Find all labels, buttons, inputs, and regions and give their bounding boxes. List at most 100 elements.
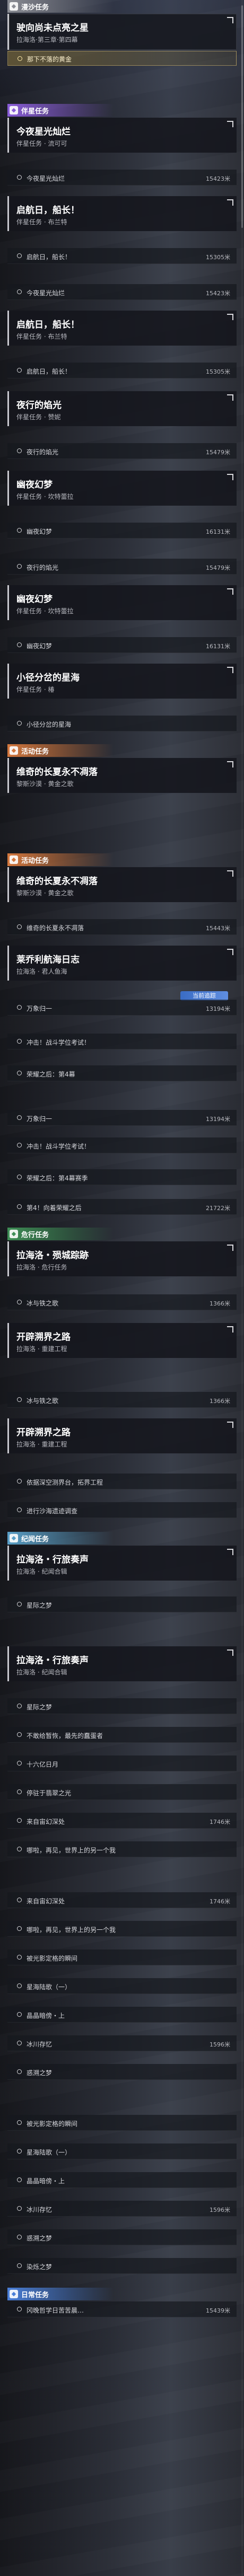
quest-step[interactable]: 被光影定格的瞬间 <box>7 2115 237 2131</box>
quest-step[interactable]: 冰与铁之歌 1366米 <box>7 1392 237 1408</box>
quest-title: 今夜星光灿烂 <box>16 127 71 137</box>
quest-step[interactable]: 冰川存忆 1596米 <box>7 2201 237 2217</box>
quest-step[interactable]: 幽夜幻梦 16131米 <box>7 637 237 653</box>
quest-step[interactable]: 冲击！战斗学位考试！ <box>7 1137 237 1153</box>
quest-step[interactable]: 冲击！战斗学位考试！ <box>7 1034 237 1049</box>
circle-icon <box>17 1300 22 1304</box>
section-header[interactable]: ◆ 伴星任务 <box>7 104 237 117</box>
quest-card[interactable]: 开辟溯界之路 拉海洛 · 重建工程 <box>7 1323 237 1358</box>
quest-step[interactable]: 染烁之梦 <box>7 2258 237 2274</box>
quest-step[interactable]: 夜行的焰光 15479米 <box>7 443 237 459</box>
quest-step-text: 染烁之梦 <box>27 2263 53 2271</box>
quest-step[interactable]: 惑溯之梦 <box>7 2064 237 2080</box>
quest-card[interactable]: 莱乔利航海日志 拉海洛 · 君人鱼海 <box>7 946 237 981</box>
quest-step[interactable]: 不敢给暂恢，最先的蠢蛋者 <box>7 1727 237 1743</box>
quest-step[interactable]: 晶晶暗傍・上 <box>7 2172 237 2188</box>
quest-step-text: 幽夜幻梦 <box>27 642 53 650</box>
quest-step[interactable]: 夜行的焰光 15479米 <box>7 559 237 575</box>
diamond-icon: ◆ <box>10 1230 18 1238</box>
quest-step[interactable]: 维奇的长夏永不凋落 15443米 <box>7 919 237 935</box>
quest-step[interactable]: 惑溯之梦 <box>7 2229 237 2245</box>
quest-step[interactable]: 停驻于翡翠之光 <box>7 1784 237 1800</box>
circle-icon <box>17 1847 22 1851</box>
quest-step[interactable]: 今夜星光灿烂 15423米 <box>7 170 237 186</box>
quest-card[interactable]: 今夜星光灿烂 伴星任务 · 流可可 <box>7 118 237 153</box>
circle-icon <box>18 56 22 61</box>
quest-card[interactable]: 驶向尚未点亮之星 拉海洛·第三章·第四幕 <box>7 14 237 50</box>
quest-step[interactable]: 小径分岔的星海 <box>7 716 237 731</box>
quest-step[interactable]: 进行沙海遗迹调查 <box>7 1502 237 1518</box>
quest-title: 开辟溯界之路 <box>16 1332 71 1343</box>
quest-step[interactable]: 晶晶暗傍・上 <box>7 2007 237 2023</box>
quest-step[interactable]: 冰与铁之歌 1366米 <box>7 1294 237 1310</box>
quest-card[interactable]: 幽夜幻梦 伴星任务 · 坎特蕾拉 <box>7 585 237 620</box>
quest-step[interactable]: 万象归一 13194米 <box>7 1000 237 1016</box>
circle-icon <box>17 2235 22 2239</box>
quest-card[interactable]: 拉海洛・行旅奏声 拉海洛 · 纪闻合辑 <box>7 1646 237 1681</box>
quest-step[interactable]: 第4！向着荣耀之后 21722米 <box>7 1199 237 1215</box>
quest-step[interactable]: 依据深空测界台，拓界工程 <box>7 1474 237 1489</box>
quest-step[interactable]: 幽夜幻梦 16131米 <box>7 523 237 539</box>
quest-step[interactable]: 哪啦，再见，世界上的另一个我 <box>7 1841 237 1857</box>
scrollbar-track[interactable] <box>241 0 243 2576</box>
circle-icon <box>17 924 22 929</box>
section-header[interactable]: ◆ 纪闻任务 <box>7 1532 237 1545</box>
quest-step[interactable]: 星际之梦 <box>7 1698 237 1714</box>
diamond-icon: ◆ <box>10 855 18 864</box>
diamond-icon: ◆ <box>10 746 18 755</box>
quest-step[interactable]: 十六亿日月 <box>7 1755 237 1771</box>
circle-icon <box>17 2206 22 2211</box>
background-scene <box>0 0 244 2576</box>
quest-step-text: 进行沙海遗迹调查 <box>27 1507 78 1515</box>
quest-step[interactable]: 哪啦，再见，世界上的另一个我 <box>7 1921 237 1937</box>
section-header[interactable]: ◆ 活动任务 <box>7 744 237 757</box>
section-header[interactable]: ◆ 危行任务 <box>7 1228 237 1240</box>
quest-step[interactable]: 星际之梦 <box>7 1596 237 1612</box>
quest-step-text: 星海陆歌（一） <box>27 2149 72 2156</box>
quest-title: 维奇的长夏永不凋落 <box>16 767 98 778</box>
quest-card[interactable]: 维奇的长夏永不凋落 黎斯沙漠 · 黄金之歌 <box>7 758 237 793</box>
quest-step[interactable]: 冰川存忆 1596米 <box>7 2035 237 2051</box>
quest-step[interactable]: 今夜星光灿烂 15423米 <box>7 284 237 300</box>
diamond-icon: ◆ <box>10 1534 18 1542</box>
quest-card[interactable]: 拉海洛・殒城踪跡 拉海洛 · 危行任务 <box>7 1241 237 1276</box>
quest-step[interactable]: 万象归一 13194米 <box>7 1110 237 1126</box>
quest-step[interactable]: 启航日，船长！ 15305米 <box>7 248 237 264</box>
quest-step-distance: 16131米 <box>206 528 230 535</box>
quest-card[interactable]: 拉海洛・行旅奏声 拉海洛 · 纪闻合辑 <box>7 1546 237 1581</box>
section-header[interactable]: ◆ 漫沙任务 <box>7 0 237 13</box>
quest-step-distance: 13194米 <box>206 1005 230 1012</box>
quest-step-distance: 1596米 <box>210 2041 230 2048</box>
quest-step[interactable]: 荣耀之后：第4幕 <box>7 1065 237 1081</box>
scrollbar-thumb[interactable] <box>241 5 243 228</box>
quest-step-distance: 1746米 <box>210 1898 230 1905</box>
quest-step[interactable]: 荣耀之后：第4幕赛季 <box>7 1169 237 1185</box>
quest-title: 幽夜幻梦 <box>16 594 53 605</box>
quest-step-distance: 15479米 <box>206 449 230 456</box>
quest-step[interactable]: 冈晚哲学日苦苦晨… 15439米 <box>7 2301 237 2317</box>
quest-step[interactable]: 来自宙幻深处 1746米 <box>7 1813 237 1829</box>
quest-step[interactable]: 被光影定格的瞬间 <box>7 1949 237 1965</box>
circle-icon <box>17 1602 22 1607</box>
quest-step-text: 停驻于翡翠之光 <box>27 1789 72 1797</box>
quest-title: 开辟溯界之路 <box>16 1427 71 1438</box>
corner-bracket-icon <box>227 394 233 401</box>
section-header[interactable]: ◆ 活动任务 <box>7 853 237 866</box>
quest-card[interactable]: 幽夜幻梦 伴星任务 · 坎特蕾拉 <box>7 471 237 506</box>
circle-icon <box>17 448 22 453</box>
quest-step[interactable]: 星海陆歌（一） <box>7 1978 237 1994</box>
quest-card[interactable]: 启航日，船长！ 伴星任务 · 布兰特 <box>7 196 237 231</box>
quest-step-highlighted[interactable]: 那下不落的黄金 <box>7 51 237 66</box>
quest-card[interactable]: 启航日，船长！ 伴星任务 · 布兰特 <box>7 311 237 346</box>
quest-subtitle: 伴星任务 · 布兰特 <box>16 218 67 226</box>
quest-step[interactable]: 星海陆歌（一） <box>7 2143 237 2159</box>
quest-card[interactable]: 维奇的长夏永不凋落 黎斯沙漠 · 黄金之歌 <box>7 867 237 902</box>
quest-step-text: 幽夜幻梦 <box>27 528 53 535</box>
quest-card[interactable]: 夜行的焰光 伴星任务 · 赞妮 <box>7 391 237 426</box>
quest-step[interactable]: 启航日，船长！ 15305米 <box>7 363 237 378</box>
quest-card[interactable]: 开辟溯界之路 拉海洛 · 重建工程 <box>7 1418 237 1453</box>
quest-step-distance: 15423米 <box>206 290 230 297</box>
quest-step[interactable]: 来自宙幻深处 1746米 <box>7 1892 237 1908</box>
quest-card[interactable]: 小径分岔的星海 伴星任务 · 椿 <box>7 664 237 699</box>
section-header[interactable]: ◆ 日常任务 <box>7 2288 237 2300</box>
